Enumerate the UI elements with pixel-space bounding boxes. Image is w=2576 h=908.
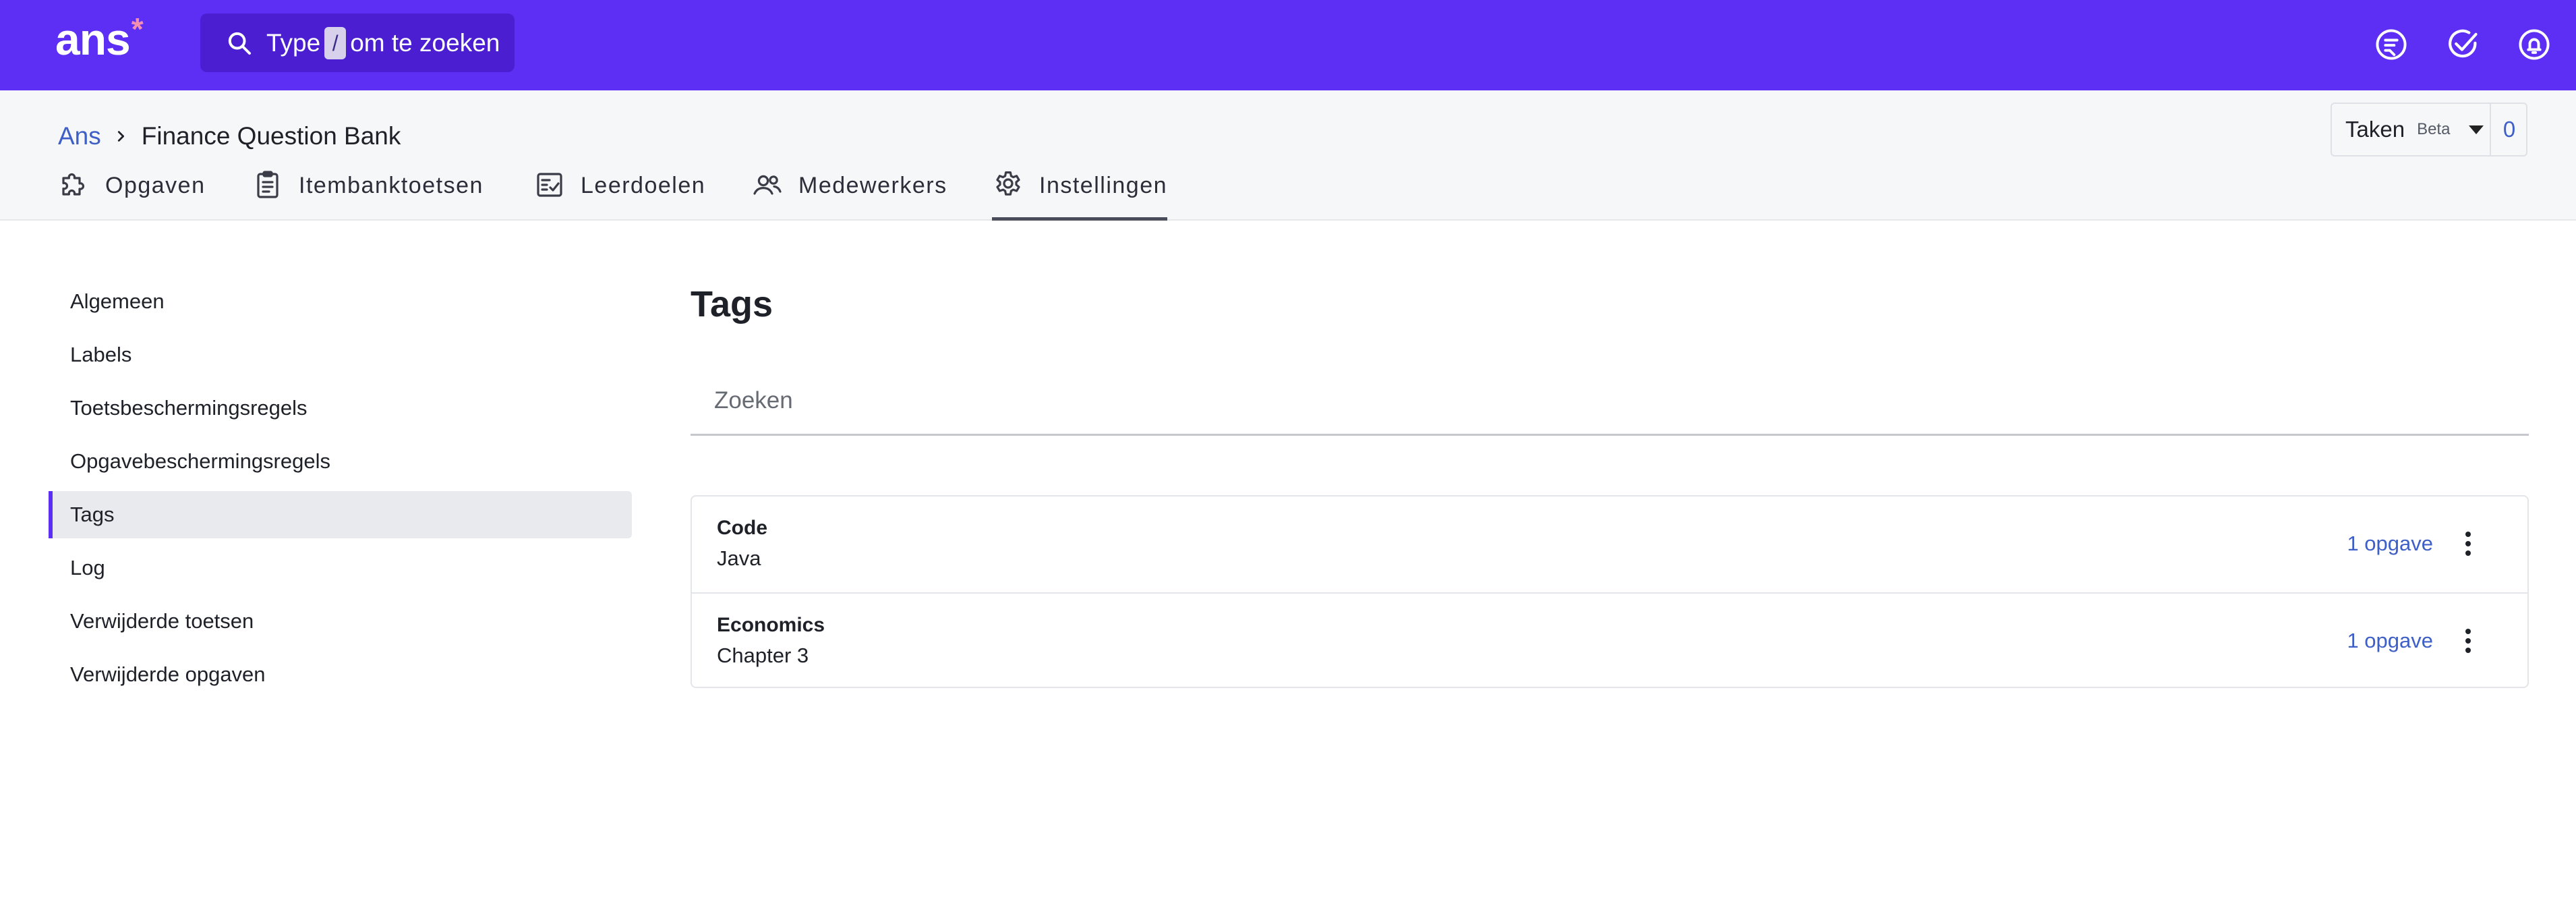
- search-prefix: Type: [266, 28, 321, 57]
- sidebar-item-labels[interactable]: Labels: [49, 331, 632, 378]
- more-vertical-icon[interactable]: [2461, 529, 2475, 559]
- sidebar-item-label: Tags: [70, 503, 115, 526]
- logo-text: ans: [55, 14, 131, 64]
- tasks-label: Taken: [2345, 117, 2405, 142]
- checklist-icon: [533, 169, 566, 201]
- sidebar-item-label: Opgavebeschermingsregels: [70, 449, 330, 473]
- list-item: Economics Chapter 3 1 opgave: [692, 592, 2527, 689]
- sidebar-item-verwijderde-opgaven[interactable]: Verwijderde opgaven: [49, 651, 632, 698]
- tab-label: Medewerkers: [798, 173, 947, 198]
- ans-logo[interactable]: ans*: [55, 11, 144, 66]
- top-bar: ans* Type / om te zoeken: [0, 0, 2576, 90]
- tag-name: Economics: [717, 614, 825, 636]
- sidebar-item-verwijderde-toetsen[interactable]: Verwijderde toetsen: [49, 598, 632, 645]
- tag-name: Code: [717, 517, 767, 539]
- feedback-icon[interactable]: [2374, 27, 2409, 62]
- page-title: Tags: [691, 284, 773, 324]
- tab-leerdoelen[interactable]: Leerdoelen: [533, 169, 705, 221]
- search-icon: [226, 30, 253, 57]
- tab-instellingen[interactable]: Instellingen: [992, 169, 1168, 221]
- tab-label: Opgaven: [105, 173, 206, 198]
- breadcrumb: Ans Finance Question Bank: [58, 117, 401, 155]
- sidebar-item-toetsbeschermingsregels[interactable]: Toetsbeschermingsregels: [49, 385, 632, 432]
- people-icon: [751, 169, 784, 201]
- check-circle-icon[interactable]: [2445, 27, 2480, 62]
- logo-mark: *: [131, 11, 144, 47]
- beta-badge: Beta: [2417, 120, 2451, 138]
- sub-header: Ans Finance Question Bank Taken Beta 0 O…: [0, 90, 2576, 221]
- tasks-count[interactable]: 0: [2491, 117, 2527, 142]
- bell-icon[interactable]: [2517, 27, 2552, 62]
- breadcrumb-root-link[interactable]: Ans: [58, 122, 101, 150]
- caret-down-icon: [2469, 125, 2484, 134]
- sidebar-item-label: Labels: [70, 343, 132, 366]
- tab-label: Instellingen: [1039, 173, 1168, 198]
- sidebar-item-label: Toetsbeschermingsregels: [70, 396, 308, 420]
- sidebar-item-label: Verwijderde toetsen: [70, 609, 254, 633]
- tab-label: Leerdoelen: [581, 173, 706, 198]
- more-vertical-icon[interactable]: [2461, 626, 2475, 656]
- tag-list: Code Java 1 opgave Economics Chapter 3 1…: [691, 495, 2529, 688]
- tasks-dropdown[interactable]: Taken Beta 0: [2331, 103, 2527, 157]
- sidebar-item-algemeen[interactable]: Algemeen: [49, 278, 632, 325]
- sidebar-item-tags[interactable]: Tags: [49, 491, 632, 538]
- global-search-button[interactable]: Type / om te zoeken: [200, 13, 515, 72]
- sidebar-item-label: Verwijderde opgaven: [70, 662, 266, 686]
- tag-search-input[interactable]: [691, 370, 2554, 432]
- tab-medewerkers[interactable]: Medewerkers: [751, 169, 947, 221]
- list-item: Code Java 1 opgave: [692, 496, 2527, 592]
- search-suffix: om te zoeken: [350, 28, 500, 57]
- sidebar-item-label: Algemeen: [70, 289, 165, 313]
- tab-itembanktoetsen[interactable]: Itembanktoetsen: [252, 169, 484, 221]
- sidebar-item-opgavebeschermingsregels[interactable]: Opgavebeschermingsregels: [49, 438, 632, 485]
- tab-label: Itembanktoetsen: [299, 173, 484, 198]
- sidebar-item-label: Log: [70, 556, 105, 579]
- tag-value: Java: [717, 546, 761, 570]
- tag-usage-link[interactable]: 1 opgave: [2347, 629, 2433, 653]
- tag-value: Chapter 3: [717, 644, 809, 667]
- puzzle-icon: [58, 169, 90, 201]
- tag-usage-link[interactable]: 1 opgave: [2347, 532, 2433, 556]
- tag-search-field: [691, 370, 2554, 436]
- sidebar-item-log[interactable]: Log: [49, 544, 632, 592]
- search-shortcut-key: /: [324, 26, 347, 59]
- tab-opgaven[interactable]: Opgaven: [58, 169, 206, 221]
- breadcrumb-current: Finance Question Bank: [141, 122, 401, 150]
- chevron-right-icon: [113, 129, 128, 144]
- clipboard-icon: [252, 169, 284, 201]
- gear-icon: [992, 169, 1024, 201]
